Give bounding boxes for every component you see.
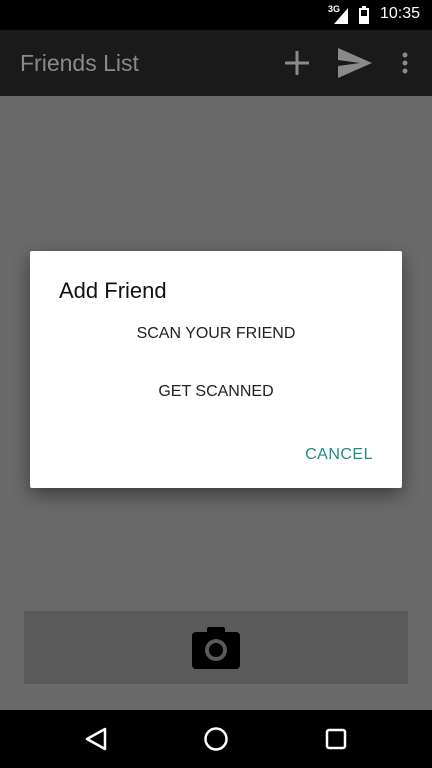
overflow-menu-icon <box>402 52 408 74</box>
get-scanned-option[interactable]: GET SCANNED <box>30 383 402 401</box>
back-icon <box>85 727 107 751</box>
recents-button[interactable] <box>321 724 351 754</box>
add-friend-button[interactable] <box>278 44 316 82</box>
home-icon <box>204 727 228 751</box>
battery-icon <box>359 6 369 24</box>
home-button[interactable] <box>201 724 231 754</box>
send-icon <box>338 48 372 78</box>
camera-button[interactable] <box>24 611 408 684</box>
dialog-title: Add Friend <box>59 278 167 303</box>
camera-icon <box>192 626 240 669</box>
navigation-bar <box>0 710 432 768</box>
status-bar: 3G 10:35 <box>0 0 432 30</box>
signal-icon <box>334 8 348 24</box>
clock: 10:35 <box>380 5 421 22</box>
add-friend-dialog: Add Friend SCAN YOUR FRIEND GET SCANNED … <box>30 251 402 488</box>
back-button[interactable] <box>81 724 111 754</box>
send-button[interactable] <box>336 44 374 82</box>
scan-your-friend-option[interactable]: SCAN YOUR FRIEND <box>30 325 402 343</box>
recents-icon <box>325 728 347 750</box>
cancel-button[interactable]: CANCEL <box>305 446 373 464</box>
app-bar: Friends List <box>0 30 432 96</box>
overflow-menu-button[interactable] <box>386 44 424 82</box>
add-icon <box>285 51 309 75</box>
app-title: Friends List <box>20 50 139 76</box>
